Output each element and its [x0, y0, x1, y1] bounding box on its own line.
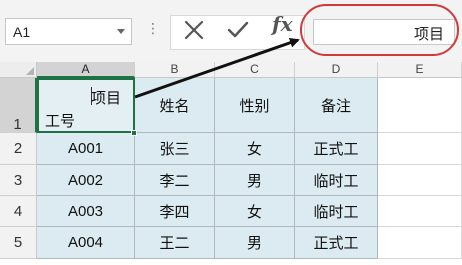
row-header-2[interactable]: 2 [0, 133, 37, 165]
close-icon[interactable] [183, 19, 205, 41]
spreadsheet-grid: A B C D E 1 2 3 4 5 项目 工号 姓名 性别 备注 A001 … [0, 62, 462, 265]
cell-d5[interactable]: 正式工 [295, 227, 378, 259]
cell-e3[interactable] [378, 165, 462, 196]
cell-b1[interactable]: 姓名 [135, 78, 215, 133]
cell-b3[interactable]: 李二 [135, 165, 215, 196]
cell-e4[interactable] [378, 196, 462, 227]
cell-a5[interactable]: A004 [37, 227, 135, 259]
column-header-c[interactable]: C [215, 62, 295, 78]
cell-c5[interactable]: 男 [215, 227, 295, 259]
cell-c3[interactable]: 男 [215, 165, 295, 196]
column-header-e[interactable]: E [378, 62, 462, 78]
row-header-3[interactable]: 3 [0, 165, 37, 196]
cell-a3[interactable]: A002 [37, 165, 135, 196]
column-header-d[interactable]: D [295, 62, 378, 78]
cell-a1-line1: 项目 [91, 89, 122, 107]
corner-triangle-icon [26, 67, 34, 75]
cell-e5[interactable] [378, 227, 462, 259]
chevron-down-icon[interactable] [117, 29, 125, 34]
cell-c1[interactable]: 性别 [215, 78, 295, 133]
fill-handle[interactable] [131, 130, 137, 136]
cell-d4[interactable]: 临时工 [295, 196, 378, 227]
cell-a1[interactable]: 项目 工号 [37, 78, 135, 133]
column-header-b[interactable]: B [135, 62, 215, 78]
annotation-oval [300, 4, 459, 56]
cell-b5[interactable]: 王二 [135, 227, 215, 259]
row-header-5[interactable]: 5 [0, 227, 37, 259]
row-header-1[interactable]: 1 [0, 78, 37, 133]
cell-a1-line2: 工号 [45, 112, 76, 130]
select-all-corner[interactable] [0, 62, 37, 78]
cell-b2[interactable]: 张三 [135, 133, 215, 165]
cell-a4[interactable]: A003 [37, 196, 135, 227]
cell-d2[interactable]: 正式工 [295, 133, 378, 165]
cell-b4[interactable]: 李四 [135, 196, 215, 227]
more-options-icon[interactable]: ⋮ [146, 22, 160, 36]
cell-e1[interactable] [378, 78, 462, 133]
row-header-4[interactable]: 4 [0, 196, 37, 227]
column-header-a[interactable]: A [37, 62, 135, 78]
formula-bar: A1 ⋮ fx 项目 [0, 0, 462, 62]
name-box-value: A1 [13, 24, 31, 40]
cell-a2[interactable]: A001 [37, 133, 135, 165]
cell-e2[interactable] [378, 133, 462, 165]
cell-d1[interactable]: 备注 [295, 78, 378, 133]
name-box[interactable]: A1 [5, 18, 132, 45]
cell-c4[interactable]: 女 [215, 196, 295, 227]
cell-d3[interactable]: 临时工 [295, 165, 378, 196]
cell-c2[interactable]: 女 [215, 133, 295, 165]
check-icon[interactable] [226, 19, 250, 41]
fx-icon[interactable]: fx [272, 13, 293, 35]
